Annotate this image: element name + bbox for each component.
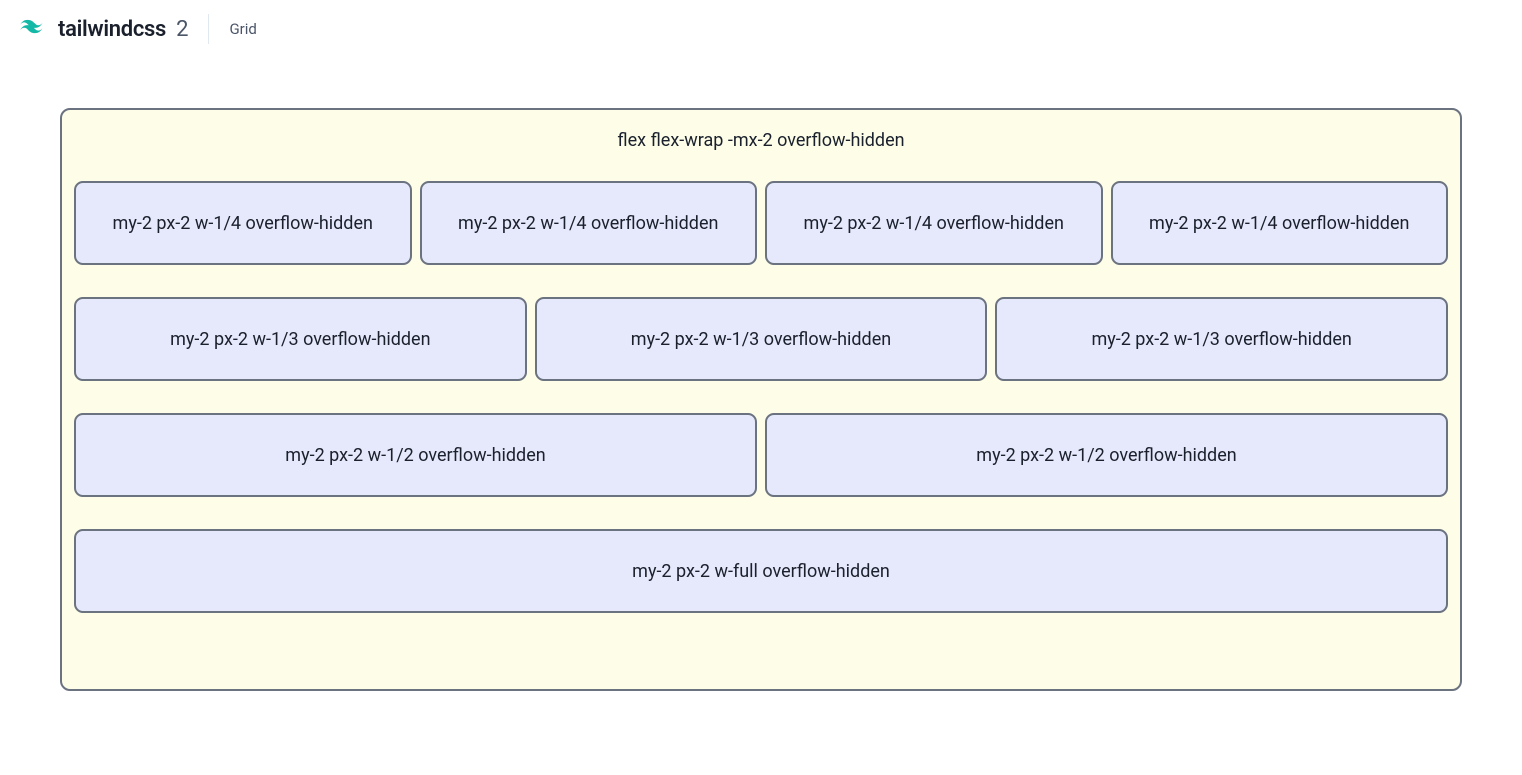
- header-divider: [208, 14, 209, 44]
- brand-version: 2: [176, 17, 188, 42]
- cell-class-label: my-2 px-2 w-full overflow-hidden: [74, 529, 1448, 613]
- container-classes-label: flex flex-wrap -mx-2 overflow-hidden: [72, 124, 1450, 165]
- grid-cell: my-2 px-2 w-1/3 overflow-hidden: [70, 297, 531, 381]
- cell-class-label: my-2 px-2 w-1/4 overflow-hidden: [765, 181, 1103, 265]
- cell-class-label: my-2 px-2 w-1/2 overflow-hidden: [765, 413, 1448, 497]
- grid-cell: my-2 px-2 w-full overflow-hidden: [70, 529, 1452, 613]
- grid-row: my-2 px-2 w-1/4 overflow-hidden my-2 px-…: [70, 165, 1452, 629]
- grid-cell: my-2 px-2 w-1/3 overflow-hidden: [531, 297, 992, 381]
- grid-cell: my-2 px-2 w-1/4 overflow-hidden: [1107, 181, 1453, 265]
- grid-cell: my-2 px-2 w-1/2 overflow-hidden: [70, 413, 761, 497]
- header-bar: tailwindcss 2 Grid: [0, 0, 1522, 58]
- cell-class-label: my-2 px-2 w-1/2 overflow-hidden: [74, 413, 757, 497]
- grid-container: flex flex-wrap -mx-2 overflow-hidden my-…: [60, 108, 1462, 691]
- grid-cell: my-2 px-2 w-1/4 overflow-hidden: [416, 181, 762, 265]
- grid-cell: my-2 px-2 w-1/4 overflow-hidden: [761, 181, 1107, 265]
- brand-logo[interactable]: tailwindcss 2: [20, 17, 188, 42]
- preview-area: flex flex-wrap -mx-2 overflow-hidden my-…: [0, 58, 1522, 711]
- cell-class-label: my-2 px-2 w-1/3 overflow-hidden: [995, 297, 1448, 381]
- grid-cell: my-2 px-2 w-1/2 overflow-hidden: [761, 413, 1452, 497]
- grid-cell: my-2 px-2 w-1/4 overflow-hidden: [70, 181, 416, 265]
- page-subtitle: Grid: [229, 20, 256, 38]
- brand-name: tailwindcss: [58, 17, 166, 42]
- tailwind-logo-icon: [20, 19, 50, 39]
- cell-class-label: my-2 px-2 w-1/4 overflow-hidden: [420, 181, 758, 265]
- cell-class-label: my-2 px-2 w-1/3 overflow-hidden: [535, 297, 988, 381]
- cell-class-label: my-2 px-2 w-1/4 overflow-hidden: [74, 181, 412, 265]
- cell-class-label: my-2 px-2 w-1/4 overflow-hidden: [1111, 181, 1449, 265]
- grid-cell: my-2 px-2 w-1/3 overflow-hidden: [991, 297, 1452, 381]
- cell-class-label: my-2 px-2 w-1/3 overflow-hidden: [74, 297, 527, 381]
